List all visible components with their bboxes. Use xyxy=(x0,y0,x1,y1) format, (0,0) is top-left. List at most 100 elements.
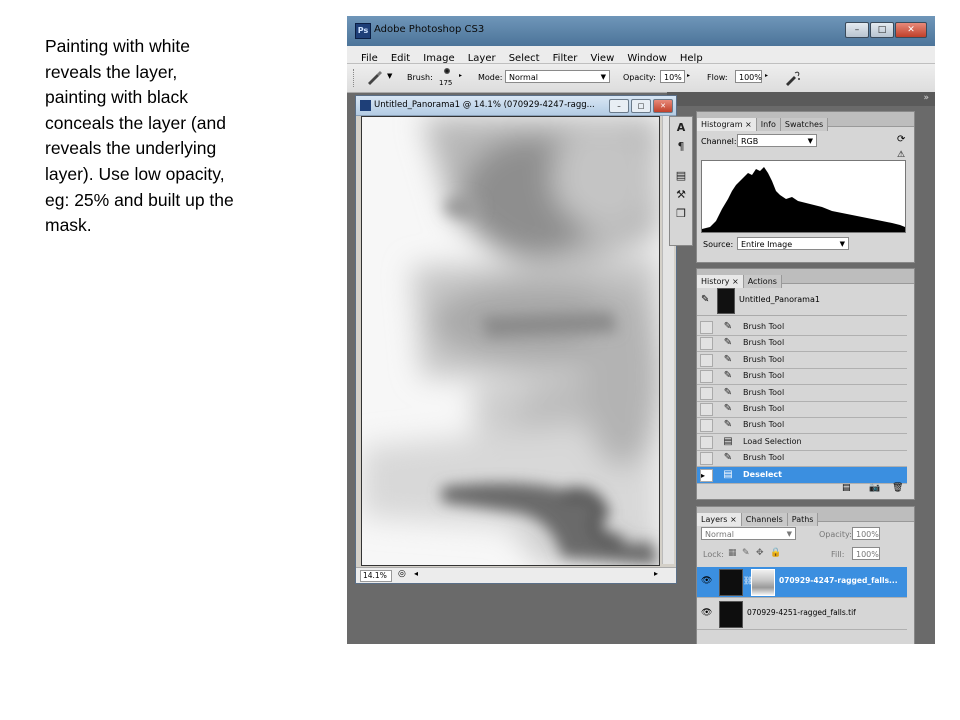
menu-edit[interactable]: Edit xyxy=(387,51,414,64)
brush-icon: ✎ xyxy=(723,403,733,414)
tab-swatches[interactable]: Swatches xyxy=(780,118,829,131)
history-item[interactable]: ✎ Brush Tool xyxy=(697,368,907,386)
airbrush-icon[interactable] xyxy=(784,70,802,86)
lock-all-icon[interactable]: 🔒 xyxy=(770,548,781,558)
brush-tool-preset-icon[interactable] xyxy=(365,70,385,86)
fill-field[interactable]: 100% xyxy=(852,547,880,560)
histogram-graph xyxy=(701,160,906,233)
brush-icon: ✎ xyxy=(723,370,733,382)
history-item[interactable]: ▤ Load Selection xyxy=(697,434,907,451)
menu-layer[interactable]: Layer xyxy=(464,51,500,64)
document-maximize-button[interactable]: □ xyxy=(631,99,651,113)
visibility-eye-icon[interactable]: 👁 xyxy=(701,576,713,586)
photoshop-window: Ps Adobe Photoshop CS3 – □ ✕ File Edit I… xyxy=(347,16,935,644)
menu-help[interactable]: Help xyxy=(676,51,707,64)
flow-field[interactable]: 100% xyxy=(735,70,762,83)
mode-label: Mode: xyxy=(478,73,503,82)
history-brush-source-checkbox[interactable] xyxy=(700,370,713,384)
scroll-left-icon[interactable]: ◂ xyxy=(414,569,418,578)
tab-paths[interactable]: Paths xyxy=(787,513,819,526)
document-minimize-button[interactable]: – xyxy=(609,99,629,113)
history-item[interactable]: ✎ Brush Tool xyxy=(697,352,907,369)
history-tabs: History × Actions xyxy=(697,269,914,288)
new-document-from-state-icon[interactable]: ▤ xyxy=(842,483,851,493)
history-item-label: Brush Tool xyxy=(743,420,785,430)
source-dropdown[interactable]: Entire Image ▼ xyxy=(737,237,849,250)
brush-picker-arrow-icon[interactable]: ▸ xyxy=(459,72,462,79)
close-button[interactable]: ✕ xyxy=(895,22,927,38)
navigator-panel-icon[interactable]: ▤ xyxy=(673,168,689,184)
history-brush-source-checkbox[interactable] xyxy=(700,321,713,334)
preset-arrow-icon[interactable]: ▼ xyxy=(387,72,392,80)
blend-mode-value: Normal xyxy=(705,530,734,539)
scroll-right-icon[interactable]: ▸ xyxy=(654,569,658,578)
image-canvas[interactable] xyxy=(361,116,660,566)
history-item-label: Brush Tool xyxy=(743,453,785,463)
tab-info[interactable]: Info xyxy=(756,118,781,131)
history-item[interactable]: ✎ Brush Tool xyxy=(697,401,907,418)
opacity-slider-arrow-icon[interactable]: ▸ xyxy=(687,72,690,79)
history-item-label: Brush Tool xyxy=(743,354,785,364)
layer-comps-icon[interactable]: ❒ xyxy=(673,206,689,222)
character-panel-icon[interactable]: A xyxy=(673,120,689,136)
lock-transparent-icon[interactable]: ▦ xyxy=(728,548,737,558)
lock-position-icon[interactable]: ✥ xyxy=(756,548,764,558)
layer-thumbnail[interactable] xyxy=(719,569,743,596)
menu-select[interactable]: Select xyxy=(505,51,544,64)
maximize-button[interactable]: □ xyxy=(870,22,894,38)
tab-histogram[interactable]: Histogram × xyxy=(697,118,757,131)
layer-row[interactable]: 👁 070929-4251-ragged_falls.tif xyxy=(697,599,907,630)
histogram-tabs: Histogram × Info Swatches xyxy=(697,112,914,131)
history-brush-source-checkbox[interactable]: ▸ xyxy=(700,468,713,482)
channel-dropdown[interactable]: RGB ▼ xyxy=(737,134,817,147)
tab-layers[interactable]: Layers × xyxy=(697,513,742,526)
status-menu-icon[interactable]: ◎ xyxy=(398,569,406,579)
new-snapshot-icon[interactable]: 📷 xyxy=(869,483,880,493)
layer-row[interactable]: 👁 ⛓ 070929-4247-ragged_falls... xyxy=(697,567,907,598)
history-brush-source-checkbox[interactable] xyxy=(700,337,713,351)
menu-image[interactable]: Image xyxy=(419,51,458,64)
opacity-field[interactable]: 10% xyxy=(660,70,685,83)
tool-presets-icon[interactable]: ⚒ xyxy=(673,187,689,203)
document-close-button[interactable]: ✕ xyxy=(653,99,673,113)
history-brush-source-checkbox[interactable] xyxy=(700,435,713,449)
history-snapshot[interactable]: ✎ Untitled_Panorama1 xyxy=(697,285,907,316)
collapse-icon[interactable]: » xyxy=(923,93,929,103)
history-item[interactable]: ✎ Brush Tool xyxy=(697,450,907,468)
layer-opacity-field[interactable]: 100% xyxy=(852,527,880,540)
visibility-eye-icon[interactable]: 👁 xyxy=(701,608,713,618)
snapshot-thumbnail xyxy=(717,288,735,314)
menu-window[interactable]: Window xyxy=(623,51,670,64)
tab-channels[interactable]: Channels xyxy=(741,513,788,526)
layer-thumbnail[interactable] xyxy=(719,601,743,628)
brush-picker[interactable]: 175 xyxy=(439,67,457,91)
paragraph-panel-icon[interactable]: ¶ xyxy=(673,139,689,155)
history-item[interactable]: ✎ Brush Tool xyxy=(697,319,907,336)
minimize-button[interactable]: – xyxy=(845,22,869,38)
histogram-panel: Histogram × Info Swatches Channel: RGB ▼ ⟳… xyxy=(696,111,915,263)
history-brush-source-checkbox[interactable] xyxy=(700,419,713,433)
caption-line: painting with black xyxy=(45,87,188,108)
history-brush-source-checkbox[interactable] xyxy=(700,403,713,416)
history-item[interactable]: ✎ Brush Tool xyxy=(697,385,907,402)
zoom-field[interactable]: 14.1% xyxy=(360,570,392,582)
mode-dropdown[interactable]: Normal ▼ xyxy=(505,70,610,83)
brush-icon: ✎ xyxy=(723,452,733,464)
chevron-down-icon: ▼ xyxy=(786,530,792,538)
blend-mode-dropdown[interactable]: Normal ▼ xyxy=(701,527,796,540)
history-item[interactable]: ✎ Brush Tool xyxy=(697,335,907,353)
history-item[interactable]: ✎ Brush Tool xyxy=(697,417,907,435)
layer-mask-thumbnail[interactable] xyxy=(751,569,775,596)
status-bar: 14.1% ◎ ◂ ▸ xyxy=(356,567,676,583)
refresh-icon[interactable]: ⟳ xyxy=(897,134,905,145)
menu-file[interactable]: File xyxy=(357,51,382,64)
lock-image-icon[interactable]: ✎ xyxy=(742,548,750,558)
menu-view[interactable]: View xyxy=(587,51,619,64)
menu-filter[interactable]: Filter xyxy=(549,51,582,64)
history-brush-source-checkbox[interactable] xyxy=(700,353,713,367)
history-brush-source-checkbox[interactable] xyxy=(700,452,713,466)
history-panel: History × Actions ✎ Untitled_Panorama1 ✎ B… xyxy=(696,268,915,500)
flow-slider-arrow-icon[interactable]: ▸ xyxy=(765,72,768,79)
trash-icon[interactable]: 🗑 xyxy=(892,483,903,493)
history-brush-source-checkbox[interactable] xyxy=(700,386,713,400)
